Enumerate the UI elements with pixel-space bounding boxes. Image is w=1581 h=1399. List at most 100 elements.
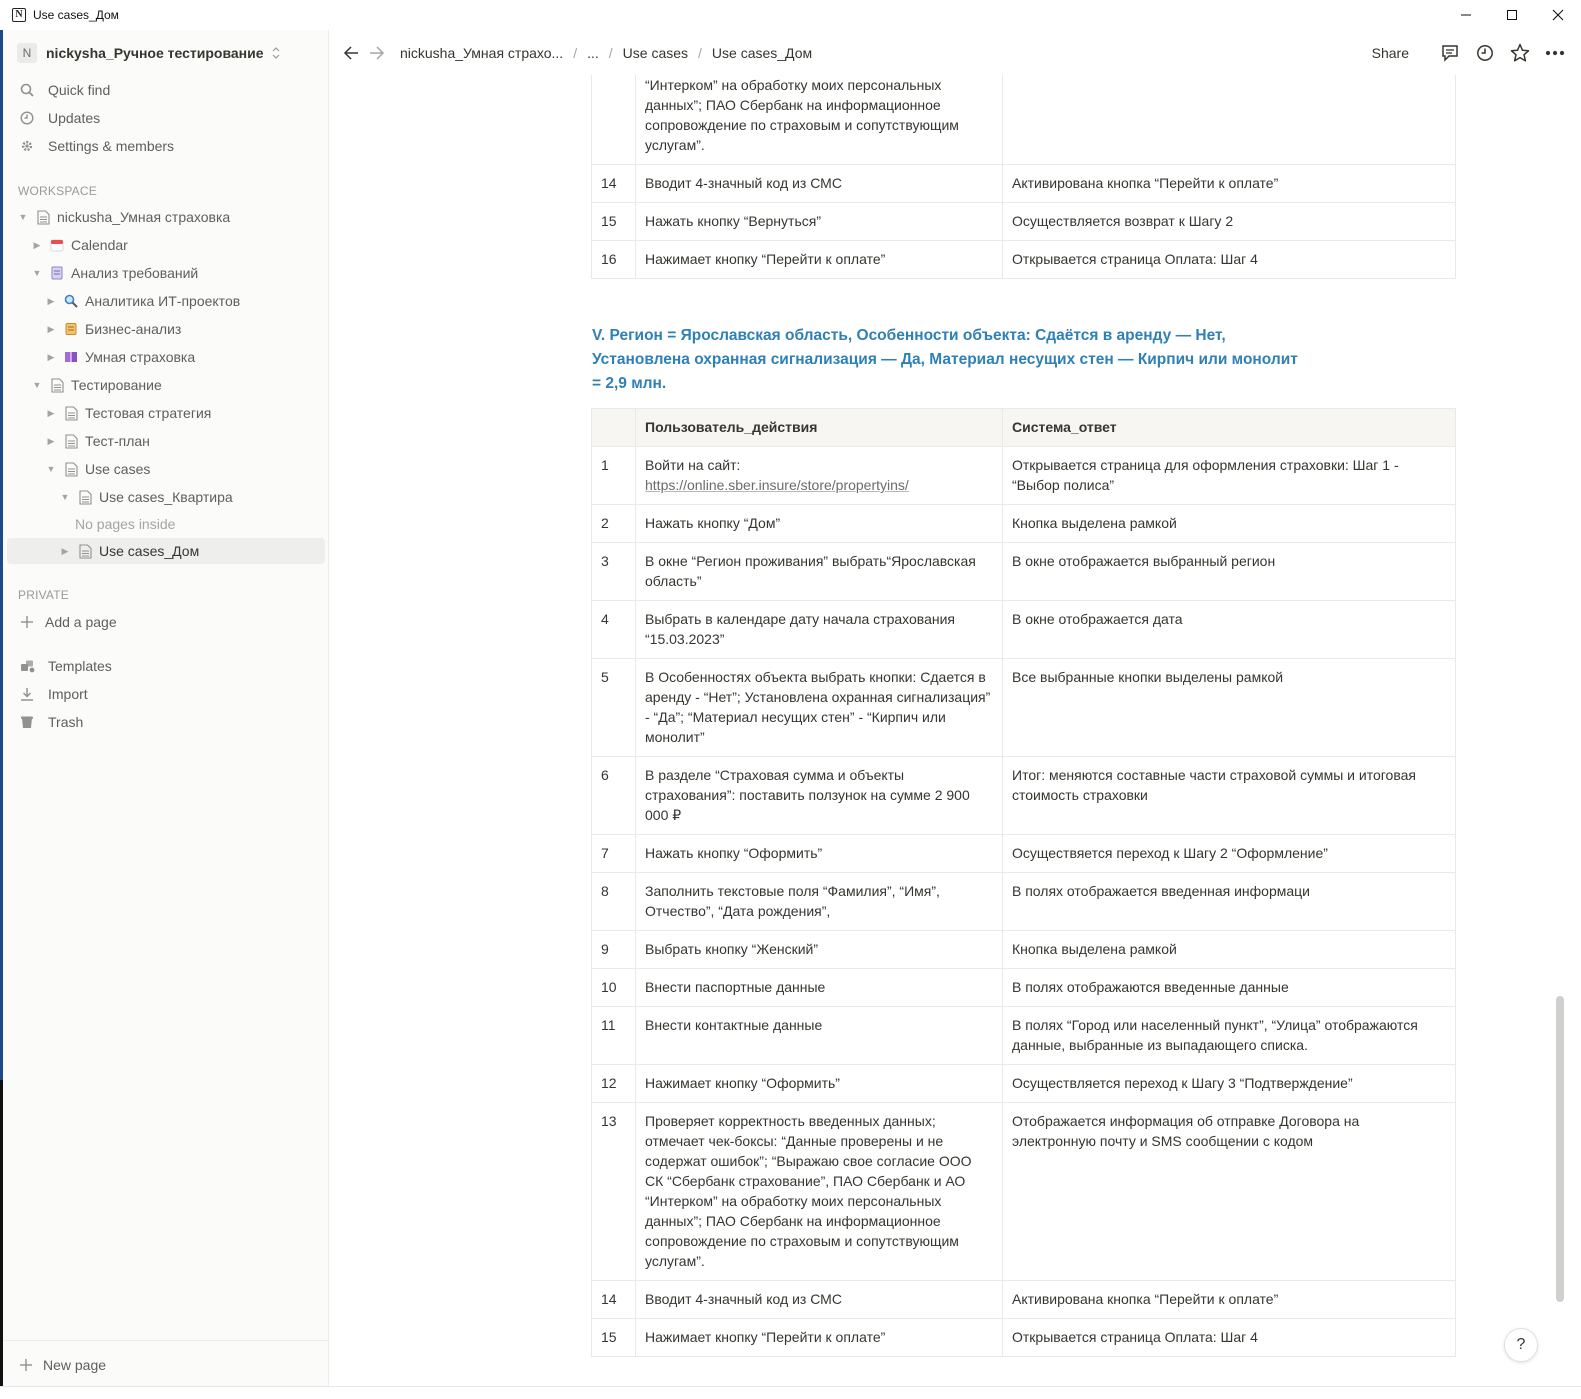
sidebar-item-use-cases-dom[interactable]: ▶ Use cases_Дом	[7, 538, 325, 564]
table-cell-num[interactable]	[591, 75, 636, 165]
comments-button[interactable]	[1438, 41, 1462, 65]
table-cell-action[interactable]: Вводит 4-значный код из СМС	[635, 1280, 1003, 1319]
table-header-result[interactable]: Система_ответ	[1002, 408, 1456, 447]
sidebar-item-test-plan[interactable]: ▶ Тест-план	[7, 428, 325, 454]
breadcrumb-item[interactable]: nickusha_Умная страхо...	[398, 45, 565, 61]
templates-button[interactable]: Templates	[17, 654, 112, 678]
sidebar-item-analitika-it[interactable]: ▶ Аналитика ИТ-проектов	[7, 288, 325, 314]
table-cell-num[interactable]: 5	[591, 658, 636, 757]
table-cell-result[interactable]: Итог: меняются составные части страховой…	[1002, 756, 1456, 835]
table-cell-result[interactable]: В полях отображаются введенные данные	[1002, 968, 1456, 1007]
expand-right-icon[interactable]: ▶	[59, 546, 71, 557]
share-button[interactable]: Share	[1372, 45, 1409, 61]
table-cell-num[interactable]: 6	[591, 756, 636, 835]
table-cell-num[interactable]: 8	[591, 872, 636, 931]
section-heading[interactable]: V. Регион = Ярославская область, Особенн…	[592, 324, 1302, 396]
minimize-button[interactable]	[1443, 0, 1489, 30]
expand-right-icon[interactable]: ▶	[45, 408, 57, 419]
table-cell-result[interactable]: В полях “Город или населенный пункт”, “У…	[1002, 1006, 1456, 1065]
sidebar-item-use-cases-kvartira[interactable]: ▼ Use cases_Квартира	[7, 484, 325, 510]
table-cell-num[interactable]: 11	[591, 1006, 636, 1065]
expand-right-icon[interactable]: ▶	[45, 324, 57, 335]
expand-right-icon[interactable]: ▶	[31, 240, 43, 251]
maximize-button[interactable]	[1489, 0, 1535, 30]
quick-find-button[interactable]: Quick find	[17, 78, 110, 102]
table-cell-result[interactable]: Открывается страница Оплата: Шаг 4	[1002, 1318, 1456, 1357]
table-cell-action[interactable]: “Интерком” на обработку моих персональны…	[635, 75, 1003, 165]
table-cell-num[interactable]: 1	[591, 446, 636, 505]
site-link[interactable]: https://online.sber.insure/store/propert…	[645, 477, 909, 493]
sidebar-item-analiz-trebovaniy[interactable]: ▼ Анализ требований	[7, 260, 325, 286]
updates-history-button[interactable]	[1473, 41, 1497, 65]
table-cell-result[interactable]: В окне отображается дата	[1002, 600, 1456, 659]
table-cell-action[interactable]: Нажимает кнопку “Перейти к оплате”	[635, 1318, 1003, 1357]
table-cell-action[interactable]: Внести паспортные данные	[635, 968, 1003, 1007]
table-cell-num[interactable]: 16	[591, 240, 636, 279]
table-cell-action[interactable]: В разделе “Страховая сумма и объекты стр…	[635, 756, 1003, 835]
settings-button[interactable]: Settings & members	[17, 134, 174, 158]
table-cell-result[interactable]	[1002, 75, 1456, 165]
table-cell-action[interactable]: Заполнить текстовые поля “Фамилия”, “Имя…	[635, 872, 1003, 931]
table-cell-num[interactable]: 3	[591, 542, 636, 601]
table-cell-action[interactable]: Внести контактные данные	[635, 1006, 1003, 1065]
add-page-button[interactable]: Add a page	[17, 610, 117, 634]
close-window-button[interactable]	[1535, 0, 1581, 30]
table-cell-action[interactable]: Нажимает кнопку “Оформить”	[635, 1064, 1003, 1103]
sidebar-item-calendar[interactable]: ▶ Calendar	[7, 232, 325, 258]
expand-down-icon[interactable]: ▼	[17, 212, 29, 222]
new-page-button[interactable]: New page	[3, 1340, 329, 1388]
table-cell-num[interactable]: 10	[591, 968, 636, 1007]
table-cell-num[interactable]: 12	[591, 1064, 636, 1103]
expand-down-icon[interactable]: ▼	[31, 268, 43, 278]
scrollbar-thumb[interactable]	[1556, 996, 1564, 1302]
help-button[interactable]: ?	[1504, 1328, 1538, 1362]
sidebar-item-use-cases[interactable]: ▼ Use cases	[7, 456, 325, 482]
table-cell-action[interactable]: Войти на сайт: https://online.sber.insur…	[635, 446, 1003, 505]
scrollbar-track[interactable]	[1565, 75, 1581, 1386]
expand-right-icon[interactable]: ▶	[45, 296, 57, 307]
table-cell-action[interactable]: Нажать кнопку “Дом”	[635, 504, 1003, 543]
expand-down-icon[interactable]: ▼	[45, 464, 57, 474]
table-cell-result[interactable]: Открывается страница Оплата: Шаг 4	[1002, 240, 1456, 279]
table-header-num[interactable]	[591, 408, 636, 447]
forward-button[interactable]	[366, 45, 388, 60]
table-cell-result[interactable]: Активирована кнопка “Перейти к оплате”	[1002, 164, 1456, 203]
table-cell-result[interactable]: В полях отображается введенная информаци	[1002, 872, 1456, 931]
breadcrumb-item[interactable]: Use cases	[621, 45, 690, 61]
table-cell-num[interactable]: 15	[591, 1318, 636, 1357]
table-cell-action[interactable]: Выбрать в календаре дату начала страхова…	[635, 600, 1003, 659]
table-cell-result[interactable]: Кнопка выделена рамкой	[1002, 504, 1456, 543]
trash-button[interactable]: Trash	[17, 710, 83, 734]
table-cell-result[interactable]: Отображается информация об отправке Дого…	[1002, 1102, 1456, 1281]
table-cell-num[interactable]: 13	[591, 1102, 636, 1281]
table-cell-action[interactable]: Нажимает кнопку “Перейти к оплате”	[635, 240, 1003, 279]
table-cell-num[interactable]: 14	[591, 164, 636, 203]
back-button[interactable]	[340, 45, 362, 60]
table-cell-action[interactable]: Нажать кнопку “Вернуться”	[635, 202, 1003, 241]
table-cell-result[interactable]: В окне отображается выбранный регион	[1002, 542, 1456, 601]
table-cell-action[interactable]: Проверяет корректность введенных данных;…	[635, 1102, 1003, 1281]
table-cell-result[interactable]: Открывается страница для оформления стра…	[1002, 446, 1456, 505]
table-cell-num[interactable]: 4	[591, 600, 636, 659]
sidebar-item-biznes-analiz[interactable]: ▶ Бизнес-анализ	[7, 316, 325, 342]
import-button[interactable]: Import	[17, 682, 88, 706]
sidebar-item-testirovanie[interactable]: ▼ Тестирование	[7, 372, 325, 398]
expand-down-icon[interactable]: ▼	[59, 492, 71, 502]
table-cell-num[interactable]: 2	[591, 504, 636, 543]
table-cell-result[interactable]: Все выбранные кнопки выделены рамкой	[1002, 658, 1456, 757]
table-cell-action[interactable]: Выбрать кнопку “Женский”	[635, 930, 1003, 969]
table-cell-result[interactable]: Осуществяется переход к Шагу 2 “Оформлен…	[1002, 834, 1456, 873]
table-cell-result[interactable]: Осуществляется переход к Шагу 3 “Подтвер…	[1002, 1064, 1456, 1103]
more-options-button[interactable]	[1543, 41, 1567, 65]
breadcrumb-item[interactable]: Use cases_Дом	[710, 45, 814, 61]
table-cell-action[interactable]: Вводит 4-значный код из СМС	[635, 164, 1003, 203]
sidebar-item-test-strategy[interactable]: ▶ Тестовая стратегия	[7, 400, 325, 426]
favorite-button[interactable]	[1508, 41, 1532, 65]
sidebar-item-umnaya-strakhovka[interactable]: ▶ Умная страховка	[7, 344, 325, 370]
table-cell-num[interactable]: 14	[591, 1280, 636, 1319]
expand-right-icon[interactable]: ▶	[45, 436, 57, 447]
table-cell-num[interactable]: 9	[591, 930, 636, 969]
breadcrumb-item[interactable]: ...	[585, 45, 601, 61]
table-cell-action[interactable]: Нажать кнопку “Оформить”	[635, 834, 1003, 873]
expand-down-icon[interactable]: ▼	[31, 380, 43, 390]
